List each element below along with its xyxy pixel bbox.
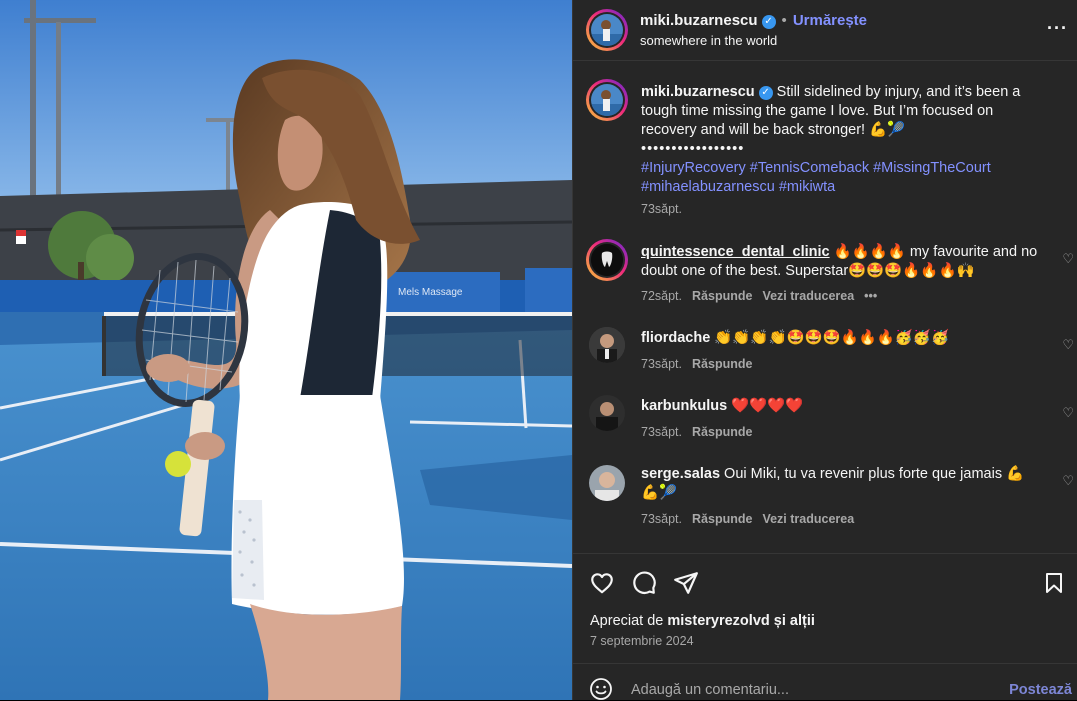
comment-avatar[interactable] xyxy=(589,395,625,431)
like-comment-heart-icon[interactable]: ♡ xyxy=(1062,251,1074,267)
see-translation-button[interactable]: Vezi traducerea xyxy=(762,512,854,526)
caption-username[interactable]: miki.buzarnescu xyxy=(641,84,755,100)
author-username[interactable]: miki.buzarnescu xyxy=(640,12,758,29)
comment-avatar[interactable] xyxy=(589,465,625,501)
comment-username[interactable]: serge.salas xyxy=(641,466,720,482)
tennis-player-image: Mels Massage xyxy=(0,0,572,700)
comment-text: ❤️❤️❤️❤️ xyxy=(731,398,804,414)
comment-avatar[interactable] xyxy=(586,239,628,281)
comment-username[interactable]: fliordache xyxy=(641,330,710,346)
comment-more-icon[interactable]: ••• xyxy=(864,289,877,303)
post-comment-button[interactable]: Postează xyxy=(1009,682,1072,698)
caption-dots: ••••••••••••••••• xyxy=(641,141,745,157)
comment-time[interactable]: 73săpt. xyxy=(641,425,682,439)
caption: miki.buzarnescu ✓ Still sidelined by inju… xyxy=(573,79,1077,219)
likes-summary: Apreciat de misteryrezolvd și alții xyxy=(590,613,815,629)
comment-avatar[interactable] xyxy=(589,327,625,363)
post-header: miki.buzarnescu ✓ • Urmărește somewhere in … xyxy=(573,0,1077,61)
banner-text: Mels Massage xyxy=(398,287,463,298)
follow-button[interactable]: Urmărește xyxy=(793,12,867,29)
comment-username[interactable]: karbunkulus xyxy=(641,398,727,414)
verified-badge-icon: ✓ xyxy=(758,86,773,100)
caption-avatar[interactable] xyxy=(586,79,628,121)
author-avatar[interactable] xyxy=(586,9,628,51)
post-photo[interactable]: Mels Massage xyxy=(0,0,572,700)
post-date[interactable]: 7 septembrie 2024 xyxy=(590,634,694,648)
verified-badge-icon: ✓ xyxy=(761,15,776,29)
comment-bubble-icon[interactable] xyxy=(631,570,657,596)
comment-text: 👏👏👏👏🤩🤩🤩🔥🔥🔥🥳🥳🥳 xyxy=(714,330,950,346)
like-comment-heart-icon[interactable]: ♡ xyxy=(1062,405,1074,421)
comment-time[interactable]: 72săpt. xyxy=(641,289,682,303)
liked-by-others[interactable]: și alții xyxy=(774,613,815,629)
post-side-panel: miki.buzarnescu ✓ • Urmărește somewhere in … xyxy=(572,0,1077,700)
reply-button[interactable]: Răspunde xyxy=(692,512,752,526)
more-options-icon[interactable]: ··· xyxy=(1047,18,1068,39)
comment-username[interactable]: quintessence_dental_clinic xyxy=(641,244,830,260)
comment-item: karbunkulus ❤️❤️❤️❤️ 73săpt. Răspunde ♡ xyxy=(573,395,1077,445)
post-view: Mels Massage miki.buzarnescu ✓ • Urmăreș… xyxy=(0,0,1077,700)
liked-by-user[interactable]: misteryrezolvd xyxy=(667,613,769,629)
see-translation-button[interactable]: Vezi traducerea xyxy=(762,289,854,303)
reply-button[interactable]: Răspunde xyxy=(692,357,752,371)
reply-button[interactable]: Răspunde xyxy=(692,425,752,439)
save-bookmark-icon[interactable] xyxy=(1042,570,1066,596)
post-location[interactable]: somewhere in the world xyxy=(640,33,777,48)
like-comment-heart-icon[interactable]: ♡ xyxy=(1062,473,1074,489)
comment-item: quintessence_dental_clinic 🔥🔥🔥🔥 my favou… xyxy=(573,239,1077,309)
post-actions: Apreciat de misteryrezolvd și alții 7 se… xyxy=(573,553,1077,663)
comments-list[interactable]: miki.buzarnescu ✓ Still sidelined by inju… xyxy=(573,62,1077,552)
like-heart-icon[interactable] xyxy=(589,570,615,596)
share-send-icon[interactable] xyxy=(673,570,699,596)
comment-input[interactable]: Adaugă un comentariu... xyxy=(631,682,789,698)
emoji-smiley-icon[interactable] xyxy=(589,677,613,701)
add-comment-bar: Adaugă un comentariu... Postează xyxy=(573,663,1077,700)
like-comment-heart-icon[interactable]: ♡ xyxy=(1062,337,1074,353)
comment-item: fliordache 👏👏👏👏🤩🤩🤩🔥🔥🔥🥳🥳🥳 73săpt. Răspunde… xyxy=(573,327,1077,377)
comment-time[interactable]: 73săpt. xyxy=(641,357,682,371)
reply-button[interactable]: Răspunde xyxy=(692,289,752,303)
caption-time[interactable]: 73săpt. xyxy=(641,202,682,216)
comment-time[interactable]: 73săpt. xyxy=(641,512,682,526)
caption-hashtags[interactable]: #InjuryRecovery #TennisComeback #Missing… xyxy=(641,160,991,195)
comment-item: serge.salas Oui Miki, tu va revenir plus… xyxy=(573,463,1077,533)
